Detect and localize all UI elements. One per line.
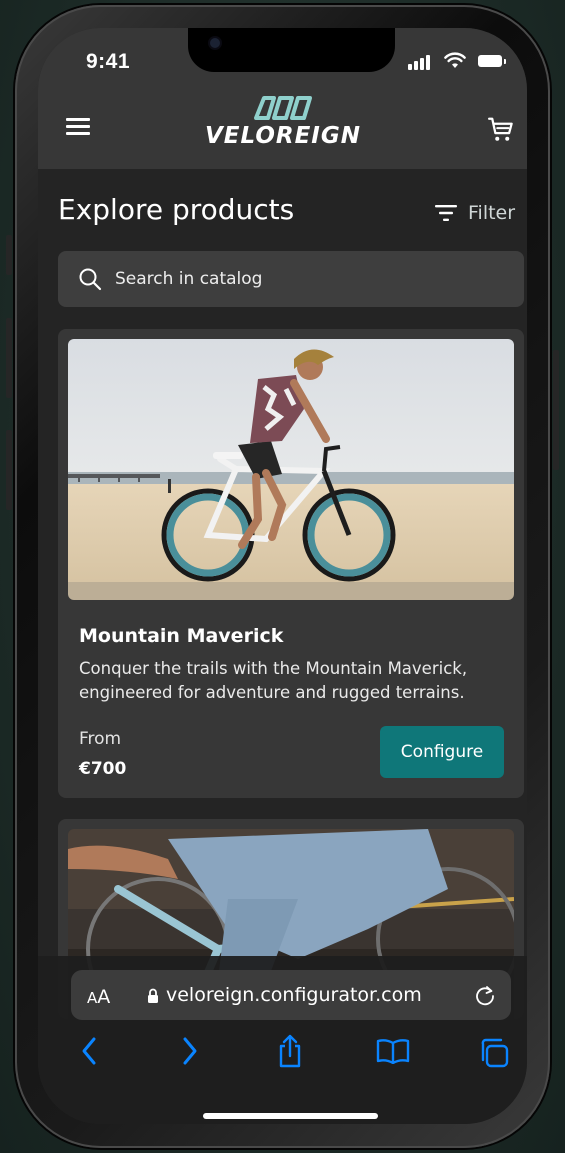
bookmarks-icon[interactable] — [376, 1038, 410, 1064]
product-card: Mountain Maverick Conquer the trails wit… — [58, 329, 524, 798]
tabs-icon[interactable] — [479, 1038, 509, 1068]
backdrop: 9:41 VELOREIGN Explore products Filter S… — [0, 0, 565, 1153]
reload-icon[interactable] — [474, 984, 496, 1006]
product-name: Mountain Maverick — [79, 625, 284, 647]
search-input[interactable]: Search in catalog — [58, 251, 524, 307]
search-icon — [79, 268, 102, 291]
text-size-big-label: A — [97, 986, 111, 1008]
text-size-button[interactable]: AA — [87, 986, 110, 1008]
wifi-icon — [444, 52, 466, 68]
action-button — [6, 235, 12, 275]
filter-label: Filter — [468, 202, 516, 224]
battery-icon — [478, 55, 506, 67]
volume-up-button — [6, 318, 12, 398]
page-title: Explore products — [58, 193, 295, 226]
power-button — [553, 350, 559, 470]
status-time: 9:41 — [86, 50, 131, 73]
configure-button[interactable]: Configure — [380, 726, 504, 778]
search-placeholder: Search in catalog — [115, 269, 263, 289]
product-image[interactable] — [68, 339, 514, 600]
price-from-label: From — [79, 729, 122, 749]
dynamic-island — [188, 28, 395, 72]
forward-arrow-icon[interactable] — [181, 1036, 199, 1066]
filter-icon — [435, 205, 457, 221]
phone-screen: 9:41 VELOREIGN Explore products Filter S… — [38, 28, 527, 1124]
product-price: €700 — [79, 759, 127, 779]
browser-toolbar: AA veloreign.configurator.com — [38, 956, 527, 1124]
logo-mark-icon — [254, 96, 312, 120]
url-text: veloreign.configurator.com — [166, 984, 422, 1006]
shopping-cart-icon[interactable] — [486, 115, 516, 145]
address-bar[interactable]: AA veloreign.configurator.com — [71, 970, 511, 1020]
back-arrow-icon[interactable] — [80, 1036, 98, 1066]
text-size-small-label: A — [87, 989, 98, 1007]
share-icon[interactable] — [276, 1034, 304, 1068]
product-description: Conquer the trails with the Mountain Mav… — [79, 659, 468, 702]
brand-logo[interactable]: VELOREIGN — [188, 95, 378, 160]
status-icons — [408, 52, 513, 72]
brand-name: VELOREIGN — [204, 123, 361, 149]
volume-down-button — [6, 430, 12, 510]
lock-icon — [148, 988, 158, 1003]
camera-icon — [210, 38, 220, 48]
hamburger-menu-icon[interactable] — [66, 118, 92, 138]
home-indicator[interactable] — [203, 1113, 378, 1119]
